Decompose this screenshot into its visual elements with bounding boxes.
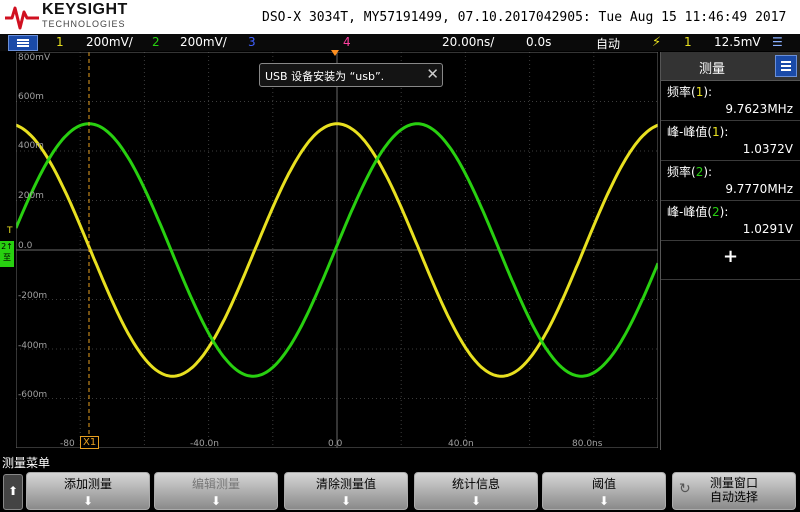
measurement-value: 1.0291V bbox=[742, 222, 793, 236]
rotate-knob-icon: ↻ bbox=[679, 481, 691, 497]
arrow-down-icon: ⬇ bbox=[210, 494, 222, 508]
arrow-down-icon: ⬇ bbox=[340, 494, 352, 508]
clear-measurements-softkey[interactable]: 清除测量值 ⬇ bbox=[284, 472, 408, 510]
threshold-softkey[interactable]: 阈值 ⬇ bbox=[542, 472, 666, 510]
cursor-x1-label[interactable]: X1 bbox=[80, 436, 100, 449]
time-label: 40.0n bbox=[448, 439, 474, 449]
level-label: -200m bbox=[18, 291, 48, 301]
time-label: 0.0 bbox=[328, 439, 343, 449]
softkey-menu-title: 测量菜单 bbox=[2, 456, 51, 470]
ch2-scale[interactable]: 200mV/ bbox=[180, 35, 227, 49]
level-label: 800mV bbox=[18, 53, 51, 63]
trigger-menu-icon[interactable]: ☰ bbox=[772, 35, 783, 49]
trigger-level[interactable]: 12.5mV bbox=[714, 35, 761, 49]
add-measurement-softkey[interactable]: 添加测量 ⬇ bbox=[26, 472, 150, 510]
instrument-title: DSO-X 3034T, MY57191499, 07.10.201704290… bbox=[262, 10, 787, 25]
ch2-ground-sub: 至 bbox=[3, 253, 11, 262]
close-icon[interactable]: ✕ bbox=[426, 65, 439, 83]
time-label: -40.0n bbox=[190, 439, 219, 449]
brand-name: KEYSIGHT bbox=[42, 1, 128, 18]
edit-measurement-softkey[interactable]: 编辑测量 ⬇ bbox=[154, 472, 278, 510]
level-label: -600m bbox=[18, 390, 48, 400]
measurement-window-softkey[interactable]: ↻ 测量窗口 自动选择 bbox=[672, 472, 796, 510]
measurement-value: 9.7623MHz bbox=[725, 102, 793, 116]
statistics-softkey[interactable]: 统计信息 ⬇ bbox=[414, 472, 538, 510]
ch2-ground-label: 2↑ bbox=[1, 242, 13, 251]
ch1-scale[interactable]: 200mV/ bbox=[86, 35, 133, 49]
measurement-panel: 测量 频率(1): 9.7623MHz 峰-峰值(1): 1.0372V 频率(… bbox=[660, 52, 800, 450]
status-bar: 1 200mV/ 2 200mV/ 3 4 20.00ns/ 0.0s 自动 ⚡… bbox=[0, 34, 800, 51]
main-menu-icon[interactable] bbox=[8, 35, 38, 51]
measurement-value: 1.0372V bbox=[742, 142, 793, 156]
usb-notification: USB 设备安装为 “usb”. ✕ bbox=[259, 63, 443, 87]
header: KEYSIGHT TECHNOLOGIES DSO-X 3034T, MY571… bbox=[0, 0, 800, 34]
measurement-label: 频率(2): bbox=[667, 165, 713, 179]
ch2-ground-marker[interactable]: 2↑ 至 bbox=[0, 241, 14, 267]
measurement-label: 峰-峰值(2): bbox=[667, 205, 729, 219]
time-delay[interactable]: 0.0s bbox=[526, 35, 551, 49]
measurement-value: 9.7770MHz bbox=[725, 182, 793, 196]
back-button[interactable]: ⬆ bbox=[3, 474, 23, 510]
level-label: -400m bbox=[18, 341, 48, 351]
ch4-indicator[interactable]: 4 bbox=[343, 35, 351, 49]
waveform-display[interactable] bbox=[16, 52, 658, 448]
ch1-indicator[interactable]: 1 bbox=[56, 35, 64, 49]
arrow-down-icon: ⬇ bbox=[82, 494, 94, 508]
panel-header: 测量 bbox=[661, 52, 800, 81]
measurement-label: 频率(1): bbox=[667, 85, 713, 99]
notification-text: USB 设备安装为 “usb”. bbox=[265, 70, 385, 83]
trigger-edge-icon: ⚡ bbox=[652, 35, 662, 50]
panel-title: 测量 bbox=[699, 62, 726, 77]
measurement-label: 峰-峰值(1): bbox=[667, 125, 729, 139]
trigger-level-marker: T bbox=[7, 226, 13, 236]
level-label: 600m bbox=[18, 92, 44, 102]
panel-menu-icon[interactable] bbox=[775, 55, 797, 77]
add-measurement-button[interactable]: + bbox=[723, 246, 738, 267]
level-label: 0.0 bbox=[18, 241, 33, 251]
keysight-logo-icon bbox=[5, 6, 39, 30]
time-label: -80 bbox=[60, 439, 75, 449]
trigger-position-marker bbox=[331, 50, 339, 56]
ch3-indicator[interactable]: 3 bbox=[248, 35, 256, 49]
timebase-scale[interactable]: 20.00ns/ bbox=[442, 35, 494, 49]
arrow-down-icon: ⬇ bbox=[598, 494, 610, 508]
level-label: 200m bbox=[18, 191, 44, 201]
trigger-mode[interactable]: 自动 bbox=[596, 35, 620, 52]
trigger-source[interactable]: 1 bbox=[684, 35, 692, 49]
level-label: 400m bbox=[18, 141, 44, 151]
time-label: 80.0ns bbox=[572, 439, 603, 449]
arrow-down-icon: ⬇ bbox=[470, 494, 482, 508]
brand-subtitle: TECHNOLOGIES bbox=[42, 19, 126, 29]
ch2-indicator[interactable]: 2 bbox=[152, 35, 160, 49]
